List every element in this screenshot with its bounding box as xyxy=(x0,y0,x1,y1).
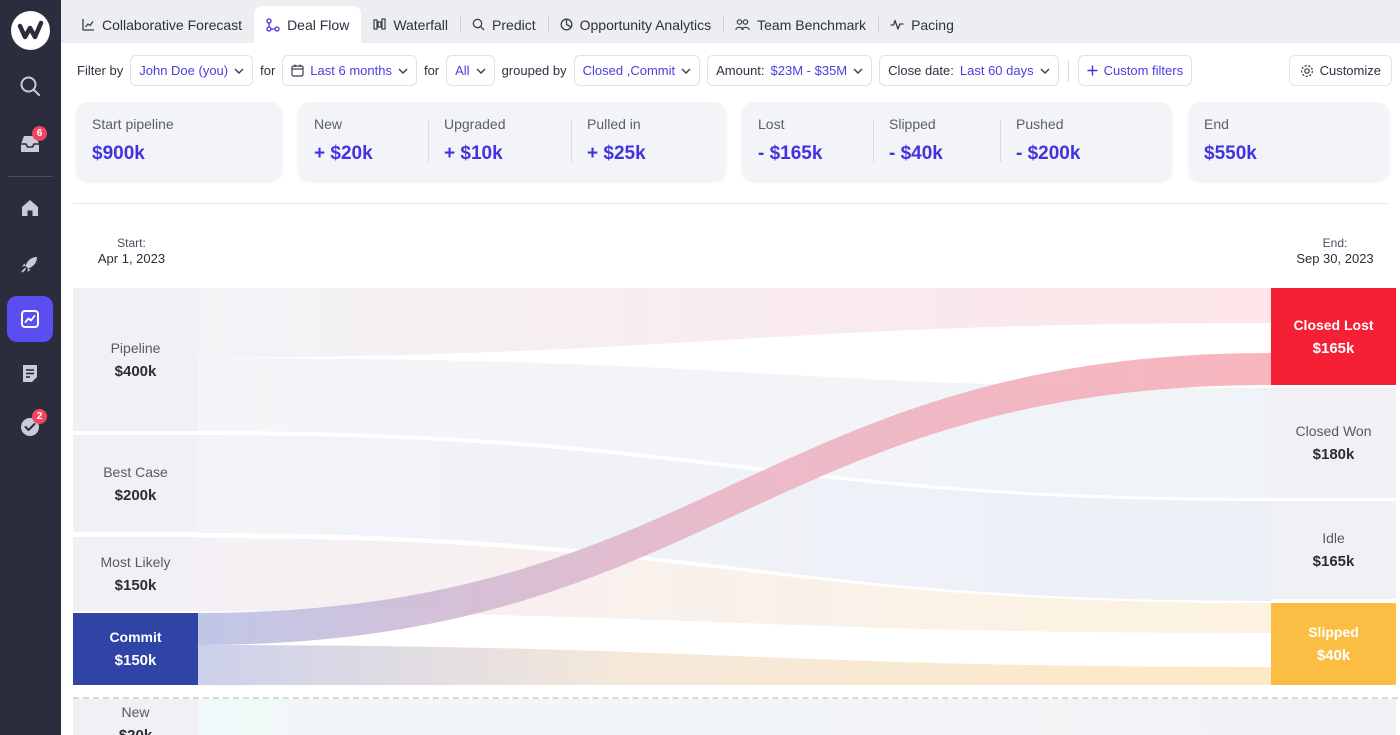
home-icon[interactable] xyxy=(7,185,53,231)
deal-flow-view: Filter by John Doe (you) for Last 6 mont… xyxy=(61,43,1400,735)
stage-closed-won[interactable]: Closed Won $180k xyxy=(1271,388,1396,498)
stage-name: New xyxy=(121,704,150,720)
tab-team-benchmark[interactable]: Team Benchmark xyxy=(723,6,878,43)
stage-commit[interactable]: Commit $150k xyxy=(73,613,198,685)
line-chart-icon xyxy=(82,19,94,31)
stage-name: Closed Lost xyxy=(1293,316,1374,333)
stage-name: Idle xyxy=(1322,530,1345,546)
tab-waterfall[interactable]: Waterfall xyxy=(361,6,460,43)
stage-value: $40k xyxy=(1316,647,1351,664)
stage-value: $400k xyxy=(114,362,157,380)
rail-divider xyxy=(8,176,53,177)
notes-icon[interactable] xyxy=(7,350,53,396)
search-icon[interactable] xyxy=(7,63,53,109)
tab-label: Predict xyxy=(492,16,536,33)
left-rail: 6 2 xyxy=(0,0,61,735)
stage-value: $20k xyxy=(119,727,152,735)
stage-best-case[interactable]: Best Case $200k xyxy=(73,435,198,532)
flow-new xyxy=(198,699,1271,735)
flow-pipeline-to-closed-lost xyxy=(198,288,1271,358)
tab-label: Waterfall xyxy=(393,16,449,33)
stage-new[interactable]: New $20k xyxy=(73,699,198,735)
stage-pipeline[interactable]: Pipeline $400k xyxy=(73,288,198,431)
tab-label: Team Benchmark xyxy=(757,16,867,33)
view-tabs: Collaborative Forecast Deal Flow Waterfa… xyxy=(61,0,1400,43)
analytics-icon[interactable] xyxy=(7,296,53,342)
tab-label: Opportunity Analytics xyxy=(579,16,712,33)
rocket-icon[interactable] xyxy=(7,241,53,287)
tasks-badge: 2 xyxy=(32,409,47,424)
stage-value: $150k xyxy=(114,652,157,669)
pulse-icon xyxy=(890,19,904,30)
logo-icon[interactable] xyxy=(11,11,50,50)
tab-collaborative-forecast[interactable]: Collaborative Forecast xyxy=(70,6,254,43)
stage-value: $165k xyxy=(1312,339,1355,357)
stage-value: $165k xyxy=(1312,553,1355,570)
stage-name: Closed Won xyxy=(1295,423,1372,439)
stage-name: Most Likely xyxy=(100,554,171,570)
team-icon xyxy=(735,19,750,31)
flow-icon xyxy=(266,17,280,32)
waterfall-icon xyxy=(373,18,386,30)
deal-flow-sankey xyxy=(198,288,1271,735)
flow-commit-to-slipped xyxy=(198,645,1271,685)
tab-opportunity-analytics[interactable]: Opportunity Analytics xyxy=(547,6,724,43)
stage-value: $200k xyxy=(114,486,157,504)
search-icon xyxy=(472,18,485,31)
stage-closed-lost[interactable]: Closed Lost $165k xyxy=(1271,288,1396,385)
new-deals-divider xyxy=(73,697,1398,699)
stage-most-likely[interactable]: Most Likely $150k xyxy=(73,537,198,611)
stage-name: Commit xyxy=(109,629,162,645)
stage-value: $180k xyxy=(1312,446,1355,463)
tab-deal-flow[interactable]: Deal Flow xyxy=(254,6,362,43)
tab-pacing[interactable]: Pacing xyxy=(878,6,966,43)
tab-label: Pacing xyxy=(911,16,954,33)
tab-predict[interactable]: Predict xyxy=(460,6,548,43)
stage-name: Pipeline xyxy=(110,339,161,356)
stage-name: Slipped xyxy=(1308,624,1359,640)
inbox-badge: 6 xyxy=(32,126,47,141)
pie-chart-icon xyxy=(560,18,573,31)
stage-name: Best Case xyxy=(103,463,168,480)
inbox-icon[interactable]: 6 xyxy=(7,121,53,167)
stage-idle[interactable]: Idle $165k xyxy=(1271,501,1396,599)
stage-slipped[interactable]: Slipped $40k xyxy=(1271,603,1396,685)
tasks-icon[interactable]: 2 xyxy=(7,404,53,450)
stage-new-end xyxy=(1271,699,1396,735)
stage-value: $150k xyxy=(114,577,157,594)
tab-label: Collaborative Forecast xyxy=(102,16,243,33)
tab-label: Deal Flow xyxy=(287,16,350,33)
